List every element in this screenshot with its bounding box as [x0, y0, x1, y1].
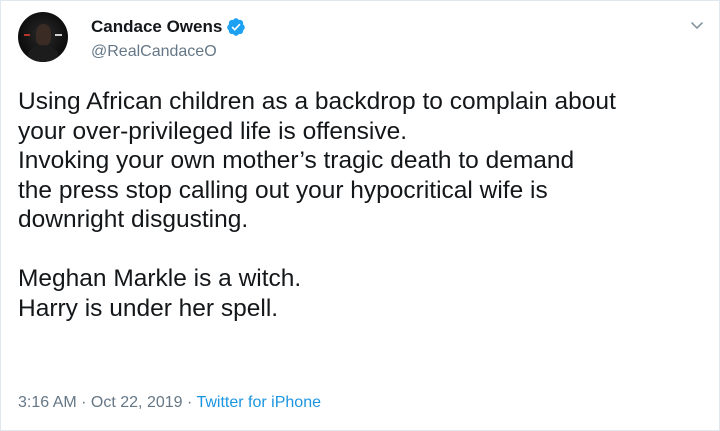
avatar[interactable]: [18, 12, 68, 62]
avatar-face: [36, 24, 51, 46]
avatar-detail: [55, 34, 62, 36]
verified-badge-icon: [226, 17, 246, 37]
tweet-time[interactable]: 3:16 AM: [18, 394, 77, 411]
author-name-row: Candace Owens: [91, 16, 246, 38]
avatar-detail: [24, 34, 30, 36]
tweet-text: Using African children as a backdrop to …: [18, 88, 616, 322]
meta-separator: ·: [76, 394, 91, 411]
tweet-card: Candace Owens @RealCandaceO Using Africa…: [0, 0, 720, 431]
tweet-metadata: 3:16 AM · Oct 22, 2019 · Twitter for iPh…: [18, 393, 321, 413]
tweet-date[interactable]: Oct 22, 2019: [91, 394, 183, 411]
chevron-down-icon[interactable]: [689, 17, 705, 33]
avatar-shoulders: [28, 45, 58, 62]
user-handle[interactable]: @RealCandaceO: [91, 42, 217, 62]
display-name[interactable]: Candace Owens: [91, 16, 222, 38]
meta-separator: ·: [182, 394, 197, 411]
tweet-source-link[interactable]: Twitter for iPhone: [196, 394, 321, 411]
